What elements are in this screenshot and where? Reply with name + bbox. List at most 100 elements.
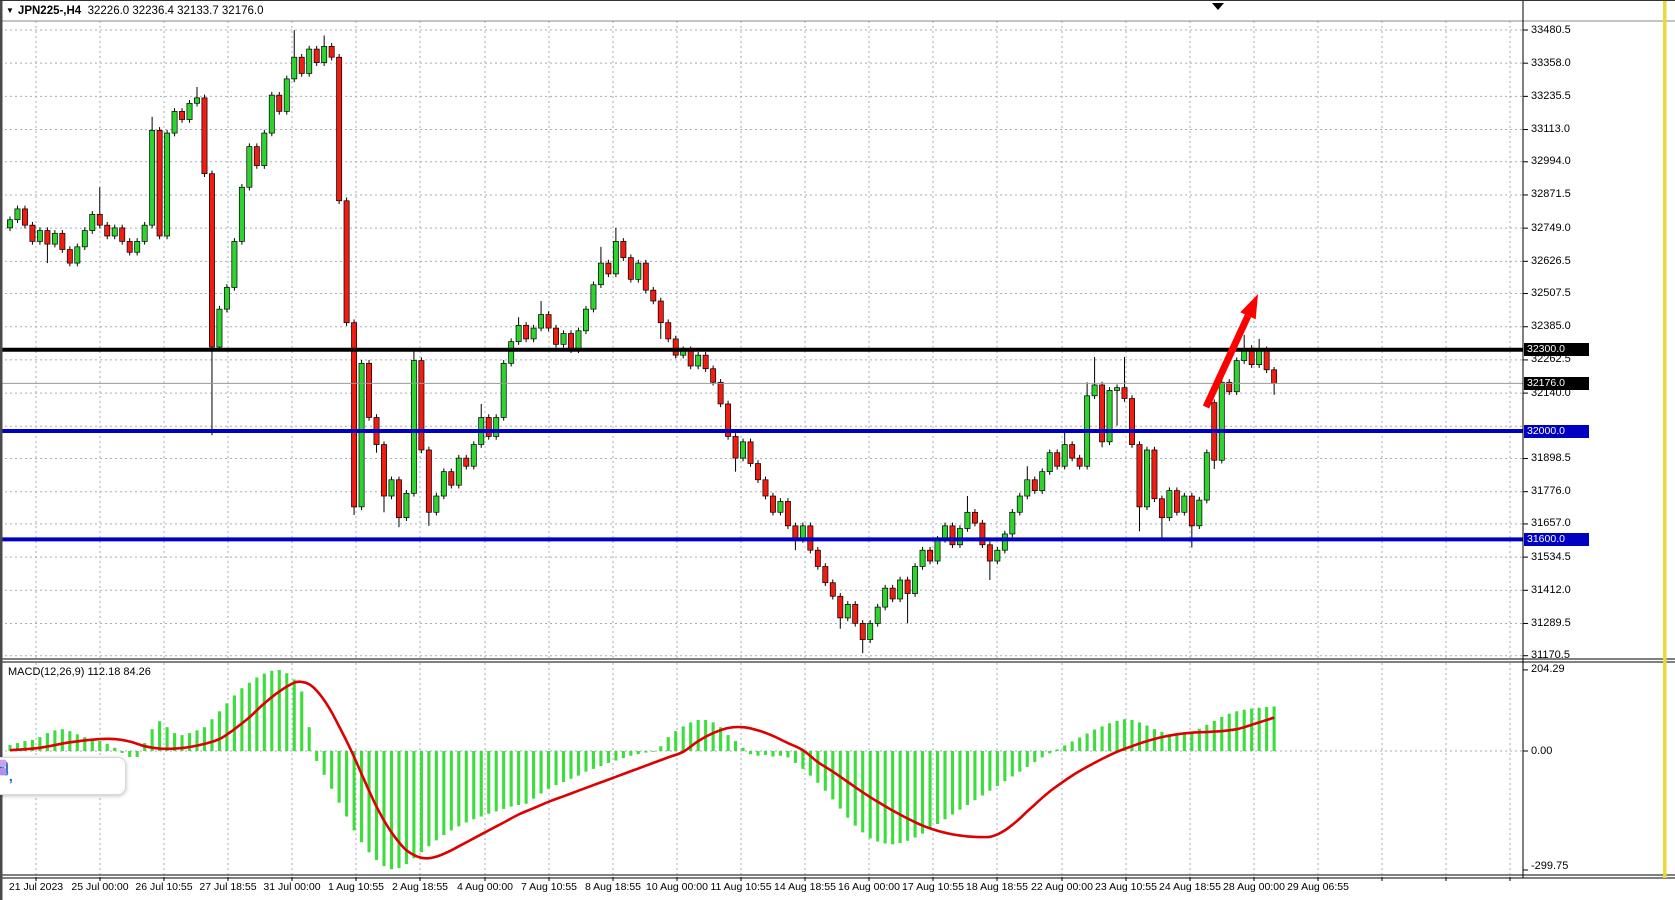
price-axis-label: 32994.0: [1531, 156, 1571, 167]
candlestick: [763, 480, 768, 496]
candlestick: [868, 623, 873, 639]
candlestick: [950, 526, 955, 545]
candlestick: [942, 526, 947, 540]
candlestick: [1077, 458, 1082, 466]
candlestick: [501, 363, 506, 417]
candlestick: [800, 526, 805, 540]
candlestick: [142, 225, 147, 241]
annotation-arrow-head[interactable]: [1240, 294, 1258, 319]
candlestick: [471, 445, 476, 467]
candlestick: [778, 501, 783, 512]
candlestick: [703, 355, 708, 369]
candlestick: [179, 111, 184, 119]
candlestick: [838, 596, 843, 618]
candlestick: [1152, 450, 1157, 499]
time-axis-label: 25 Jul 00:00: [71, 881, 128, 893]
candlestick: [1234, 361, 1239, 392]
candlestick: [912, 566, 917, 593]
candlestick: [823, 566, 828, 582]
price-axis-label: 32507.5: [1531, 288, 1571, 299]
time-axis-label: 23 Aug 10:55: [1095, 881, 1157, 893]
candlestick: [1002, 534, 1007, 550]
candlestick: [1032, 480, 1037, 491]
candlestick: [905, 580, 910, 594]
price-badge-31600.0: 31600.0: [1524, 533, 1589, 546]
candlestick: [434, 496, 439, 512]
candlestick: [239, 187, 244, 241]
time-axis-label: 21 Jul 2023: [9, 881, 63, 893]
candlestick: [1047, 453, 1052, 472]
candlestick: [441, 472, 446, 496]
shift-marker-icon[interactable]: [1212, 3, 1224, 10]
candlestick: [531, 328, 536, 339]
candlestick: [613, 241, 618, 274]
candlestick: [1189, 496, 1194, 526]
candlestick: [583, 309, 588, 331]
candlestick: [366, 363, 371, 417]
candlestick: [22, 209, 27, 225]
candlestick: [30, 225, 35, 241]
time-axis-label: 14 Aug 18:55: [774, 881, 836, 893]
trading-chart-window[interactable]: ▼JPN225-,H4 32226.0 32236.4 32133.7 3217…: [0, 0, 1675, 900]
microphone-icon[interactable]: [26, 767, 44, 786]
candlestick: [486, 417, 491, 436]
candlestick: [688, 350, 693, 366]
candlestick: [15, 209, 20, 220]
tshirt-icon[interactable]: [80, 767, 98, 786]
keyboard-icon[interactable]: [53, 767, 71, 786]
candlestick: [980, 523, 985, 545]
candlestick: [553, 328, 558, 344]
candlestick: [284, 79, 289, 112]
candlestick: [7, 220, 12, 228]
chart-canvas[interactable]: [0, 0, 1675, 900]
candlestick: [389, 480, 394, 496]
candlestick: [494, 417, 499, 436]
candlestick: [1174, 491, 1179, 513]
candlestick: [135, 241, 140, 252]
price-axis-label: 31657.0: [1531, 518, 1571, 529]
candlestick: [202, 98, 207, 174]
candlestick: [972, 512, 977, 523]
candlestick: [299, 57, 304, 73]
candlestick: [770, 496, 775, 512]
candlestick: [157, 130, 162, 236]
candlestick: [37, 231, 42, 242]
candlestick: [1025, 480, 1030, 496]
candlestick: [591, 285, 596, 309]
candlestick: [1159, 499, 1164, 518]
price-axis-label: 33235.5: [1531, 91, 1571, 102]
candlestick: [516, 325, 521, 341]
candlestick: [628, 258, 633, 280]
candlestick: [1099, 385, 1104, 442]
candlestick: [60, 233, 65, 249]
time-axis-label: 1 Aug 10:55: [328, 881, 384, 893]
candlestick: [337, 57, 342, 201]
candlestick: [875, 607, 880, 623]
candlestick: [1167, 491, 1172, 518]
candlestick: [1040, 472, 1045, 491]
candlestick: [1070, 445, 1075, 459]
candlestick: [254, 147, 259, 166]
input-overlay-toolbar[interactable]: °,: [0, 757, 126, 795]
candlestick: [935, 539, 940, 561]
color-grid-icon[interactable]: [107, 767, 125, 786]
candlestick: [1264, 350, 1269, 370]
candlestick: [1272, 370, 1277, 384]
candlestick: [1204, 453, 1209, 500]
price-axis-label: 33113.0: [1531, 124, 1570, 135]
time-axis-label: 2 Aug 18:55: [392, 881, 448, 893]
candlestick: [90, 214, 95, 230]
indicator-dropdown-icon[interactable]: ▼: [6, 6, 14, 15]
candlestick: [509, 342, 514, 364]
time-axis-label: 22 Aug 00:00: [1031, 881, 1093, 893]
candlestick: [209, 174, 214, 347]
macd-signal-line: [10, 682, 1274, 859]
candlestick: [247, 147, 252, 188]
time-axis-label: 18 Aug 18:55: [966, 881, 1028, 893]
candlestick: [673, 339, 678, 355]
candlestick: [845, 604, 850, 618]
candlestick: [224, 287, 229, 309]
candlestick: [322, 46, 327, 62]
price-axis-label: 31412.0: [1531, 585, 1571, 596]
candlestick: [105, 225, 110, 236]
